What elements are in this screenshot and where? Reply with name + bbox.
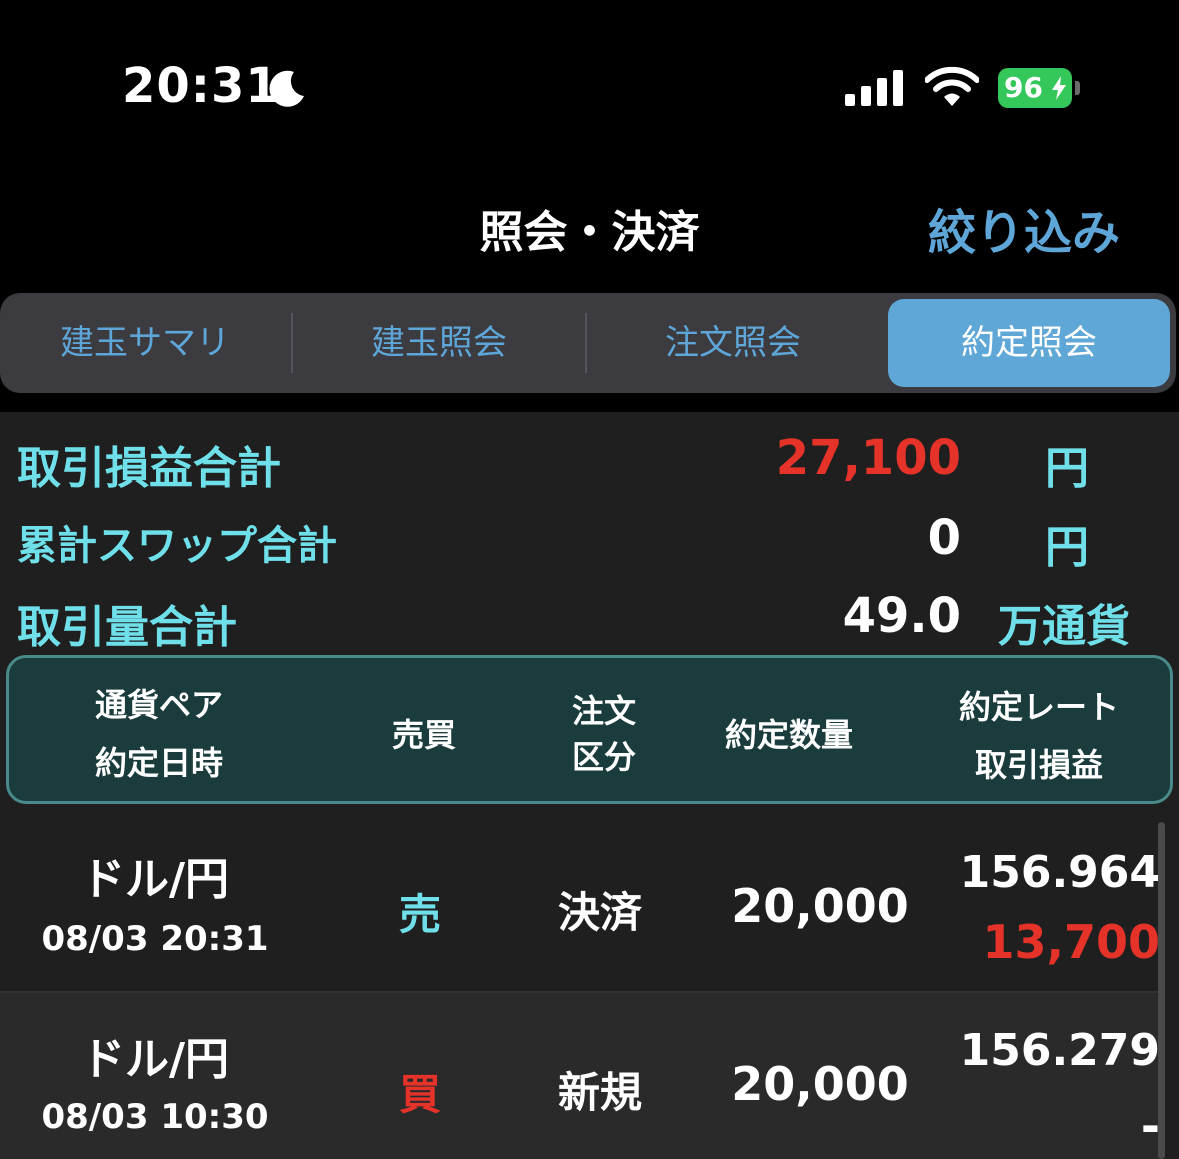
col-pnl: 取引損益 xyxy=(974,746,1103,784)
row-order-type: 新規 xyxy=(557,1068,642,1117)
volume-total-value: 49.0 xyxy=(842,588,961,644)
scrollbar[interactable] xyxy=(1158,822,1165,1159)
row-quantity: 20,000 xyxy=(731,1057,909,1111)
col-order-type-1: 注文 xyxy=(571,692,636,730)
row-side: 買 xyxy=(398,1070,441,1119)
volume-total-unit: 万通貨 xyxy=(998,601,1130,652)
row-pnl: 13,700 xyxy=(982,915,1160,969)
row-datetime: 08/03 20:31 xyxy=(41,919,269,959)
row-pair: ドル/円 xyxy=(80,854,230,905)
status-time: 20:31 xyxy=(122,58,280,114)
table-header: 通貨ペア 約定日時 売買 注文 区分 約定数量 約定レート 取引損益 xyxy=(6,655,1173,804)
filter-button[interactable]: 絞り込み xyxy=(928,193,1120,263)
swap-total-value: 0 xyxy=(927,510,961,566)
table-row[interactable]: ドル/円 08/03 20:31 売 決済 20,000 156.964 13,… xyxy=(0,815,1160,993)
tab-position-summary[interactable]: 建玉サマリ xyxy=(0,293,290,393)
row-datetime: 08/03 10:30 xyxy=(41,1097,269,1137)
row-rate: 156.964 xyxy=(959,847,1160,898)
col-datetime: 約定日時 xyxy=(94,744,223,782)
pnl-total-label: 取引損益合計 xyxy=(17,443,281,494)
table-row[interactable]: ドル/円 08/03 10:30 買 新規 20,000 156.279 - xyxy=(0,993,1160,1159)
row-rate: 156.279 xyxy=(959,1025,1160,1076)
swap-total-unit: 円 xyxy=(1045,522,1089,573)
charging-bolt-icon xyxy=(1052,76,1066,100)
battery-level: 96 xyxy=(1004,71,1043,104)
segmented-tabs: 建玉サマリ 建玉照会 注文照会 約定照会 xyxy=(0,293,1176,393)
col-rate: 約定レート xyxy=(958,688,1119,726)
row-order-type: 決済 xyxy=(557,888,642,937)
col-order-type-2: 区分 xyxy=(571,738,636,776)
swap-total-label: 累計スワップ合計 xyxy=(17,523,337,569)
tab-execution-inquiry[interactable]: 約定照会 xyxy=(888,299,1170,387)
col-quantity: 約定数量 xyxy=(724,716,853,754)
battery-icon: 96 xyxy=(998,68,1082,108)
tab-order-inquiry[interactable]: 注文照会 xyxy=(587,293,879,393)
row-pair: ドル/円 xyxy=(80,1034,230,1085)
cellular-signal-icon xyxy=(845,70,903,106)
row-side: 売 xyxy=(398,890,441,939)
pnl-total-value: 27,100 xyxy=(775,430,961,486)
row-quantity: 20,000 xyxy=(731,879,909,933)
tab-position-inquiry[interactable]: 建玉照会 xyxy=(293,293,585,393)
moon-icon xyxy=(269,70,304,107)
col-pair: 通貨ペア xyxy=(94,686,223,724)
pnl-total-unit: 円 xyxy=(1045,443,1089,494)
volume-total-label: 取引量合計 xyxy=(17,602,237,653)
wifi-icon xyxy=(925,66,979,106)
col-side: 売買 xyxy=(391,716,456,754)
